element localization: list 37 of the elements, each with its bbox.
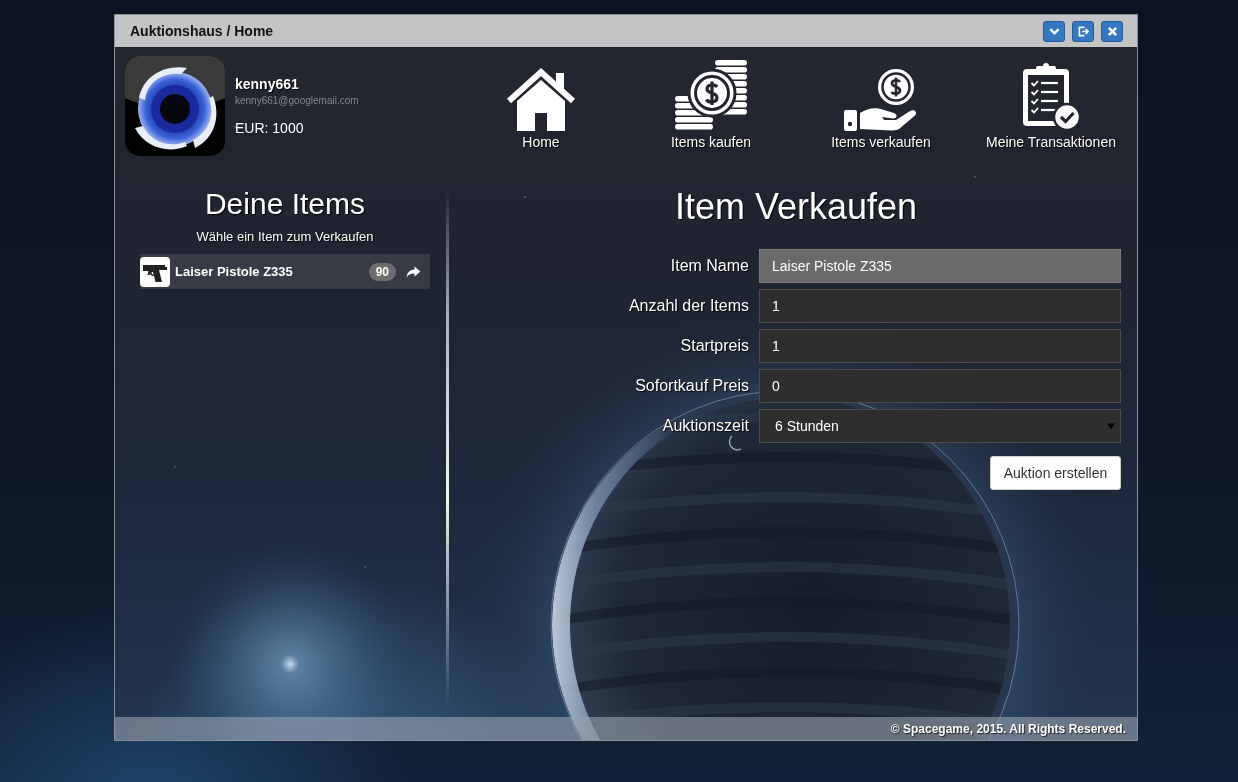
field-label: Anzahl der Items xyxy=(627,297,749,315)
hand-coin-icon xyxy=(844,69,918,131)
field-label: Sofortkauf Preis xyxy=(634,377,749,395)
nav-link[interactable]: Home xyxy=(456,61,626,157)
coin-stack-icon xyxy=(675,60,747,131)
inventory-item[interactable]: Laiser Pistole Z335 90 xyxy=(140,254,430,289)
input-field[interactable]: 1 xyxy=(759,289,1121,323)
copyright-text: © Spacegame, 2015. All Rights Reserved. xyxy=(890,721,1126,736)
inventory-heading: Deine Items xyxy=(204,186,366,222)
field-label: Startpreis xyxy=(679,337,749,355)
caret-icon xyxy=(1107,422,1115,430)
input-field[interactable]: 1 xyxy=(759,329,1121,363)
inventory-hint: Wähle ein Item zum Verkaufen xyxy=(196,228,374,246)
house-icon xyxy=(506,67,576,131)
nav-link[interactable]: Meine Transaktionen xyxy=(966,61,1136,157)
sign-out-icon xyxy=(1077,25,1089,37)
username: kenny661 xyxy=(235,76,299,93)
close-button[interactable] xyxy=(1101,20,1123,42)
close-icon xyxy=(1106,25,1118,37)
count-badge: 90 xyxy=(368,262,396,281)
window-title: Auktionshaus / Home xyxy=(130,23,275,39)
field-label: Auktionszeit xyxy=(661,417,749,435)
clipboard-check-icon xyxy=(1021,63,1081,131)
share-arrow-icon[interactable] xyxy=(406,265,421,278)
field-label: Item Name xyxy=(669,257,749,275)
form-heading: Item Verkaufen xyxy=(673,186,919,228)
nav-link[interactable]: Items verkaufen xyxy=(796,61,966,157)
input-field[interactable]: 0 xyxy=(759,369,1121,403)
balance-text: EUR: 1000 xyxy=(235,120,304,137)
collapse-button[interactable] xyxy=(1043,20,1065,42)
pistol-icon xyxy=(140,256,170,287)
nav-link[interactable]: Items kaufen xyxy=(626,61,796,157)
create-auction-button[interactable]: Auktion erstellen xyxy=(990,456,1121,490)
duration-select[interactable]: 6 Stunden xyxy=(759,409,1121,443)
logout-button[interactable] xyxy=(1072,20,1094,42)
user-email: kenny661@googlemail.com xyxy=(235,95,359,107)
swirl-logo-icon xyxy=(125,56,225,156)
